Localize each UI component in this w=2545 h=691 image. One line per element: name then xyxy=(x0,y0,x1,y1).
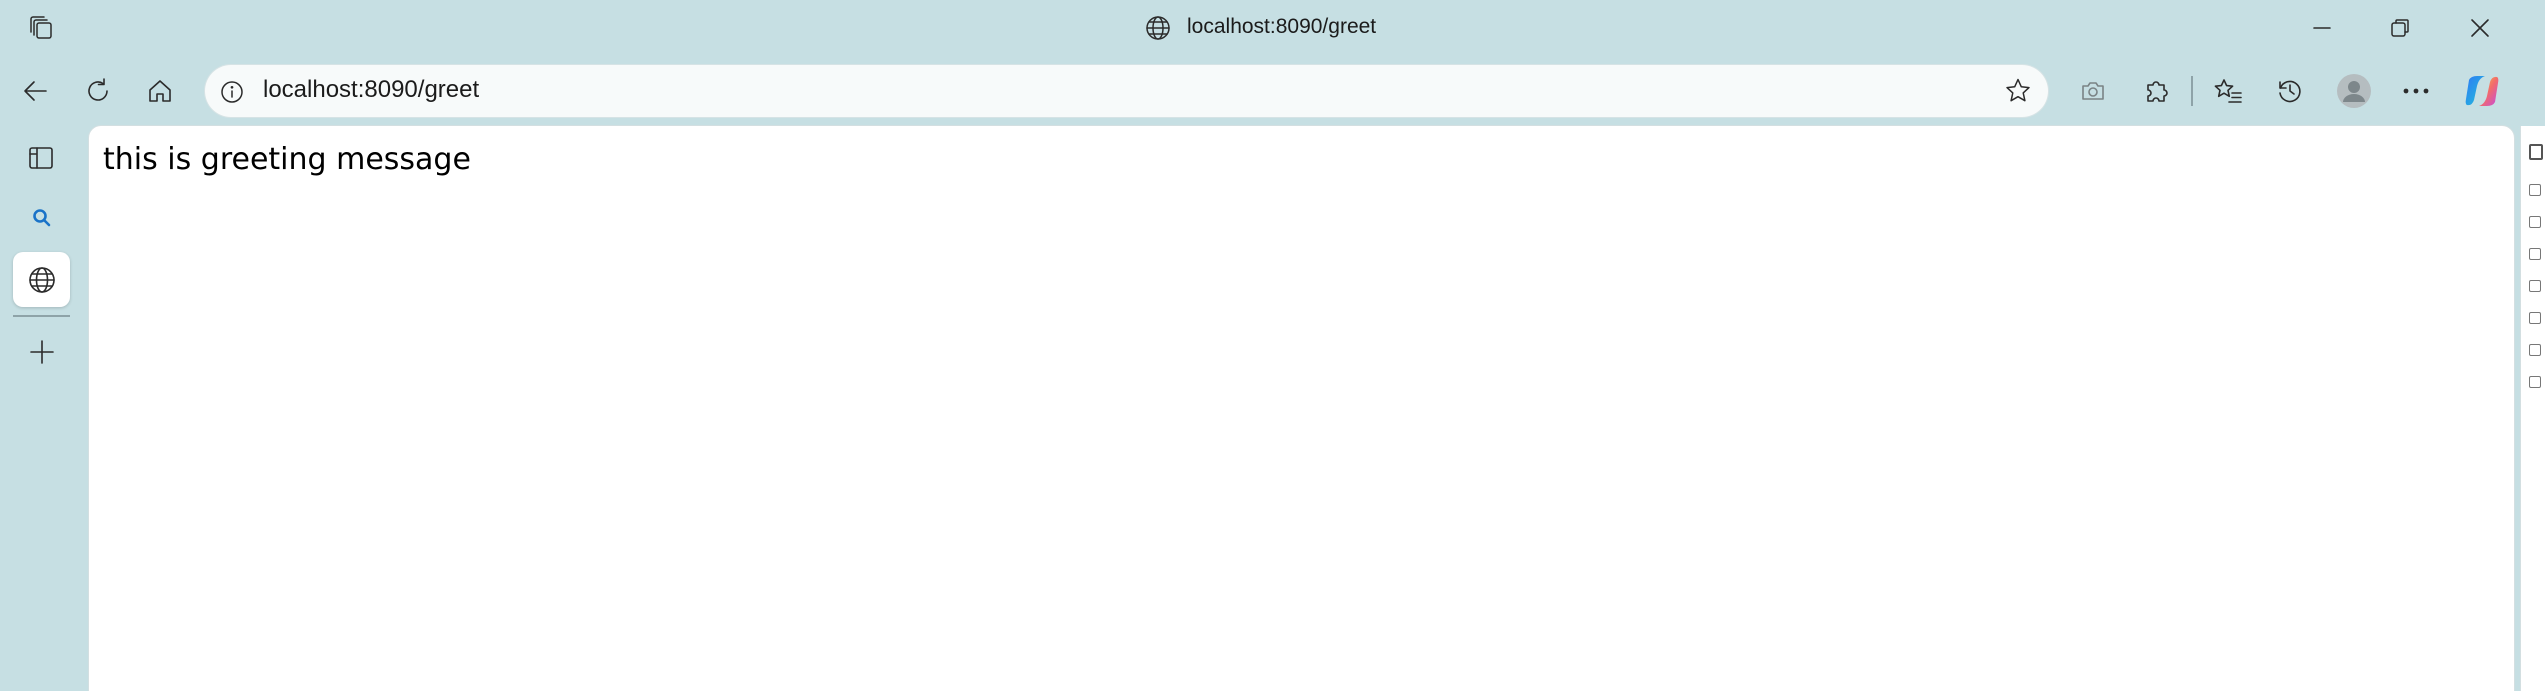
more-icon[interactable] xyxy=(2397,72,2435,110)
restore-icon[interactable] xyxy=(2380,10,2420,46)
site-info-icon[interactable] xyxy=(216,76,248,108)
minimize-icon[interactable] xyxy=(2302,10,2342,46)
tab-actions-icon[interactable] xyxy=(18,138,64,178)
refresh-icon[interactable] xyxy=(77,70,119,112)
globe-icon xyxy=(1140,12,1176,44)
side-panel-strip xyxy=(2520,126,2545,691)
home-icon[interactable] xyxy=(139,70,181,112)
favorites-icon[interactable] xyxy=(2209,72,2247,110)
favorite-star-icon[interactable] xyxy=(1999,72,2037,110)
history-icon[interactable] xyxy=(2271,72,2309,110)
extensions-icon[interactable] xyxy=(2137,72,2175,110)
add-icon[interactable] xyxy=(21,331,63,373)
sidebar-divider xyxy=(13,315,70,317)
copilot-icon[interactable] xyxy=(2461,70,2503,112)
window-title: localhost:8090/greet xyxy=(1187,15,1377,38)
screenshot-icon[interactable] xyxy=(2074,72,2112,110)
close-icon[interactable] xyxy=(2460,10,2500,46)
workspaces-icon[interactable] xyxy=(22,12,62,46)
url-text[interactable]: localhost:8090/greet xyxy=(263,76,479,104)
greeting-message: this is greeting message xyxy=(103,142,471,177)
profile-icon[interactable] xyxy=(2333,70,2375,112)
search-icon[interactable] xyxy=(22,200,62,236)
back-icon[interactable] xyxy=(14,70,56,112)
page-content xyxy=(89,126,2514,691)
globe-icon xyxy=(21,259,63,301)
toolbar-divider xyxy=(2191,76,2193,106)
address-bar[interactable] xyxy=(205,65,2048,117)
